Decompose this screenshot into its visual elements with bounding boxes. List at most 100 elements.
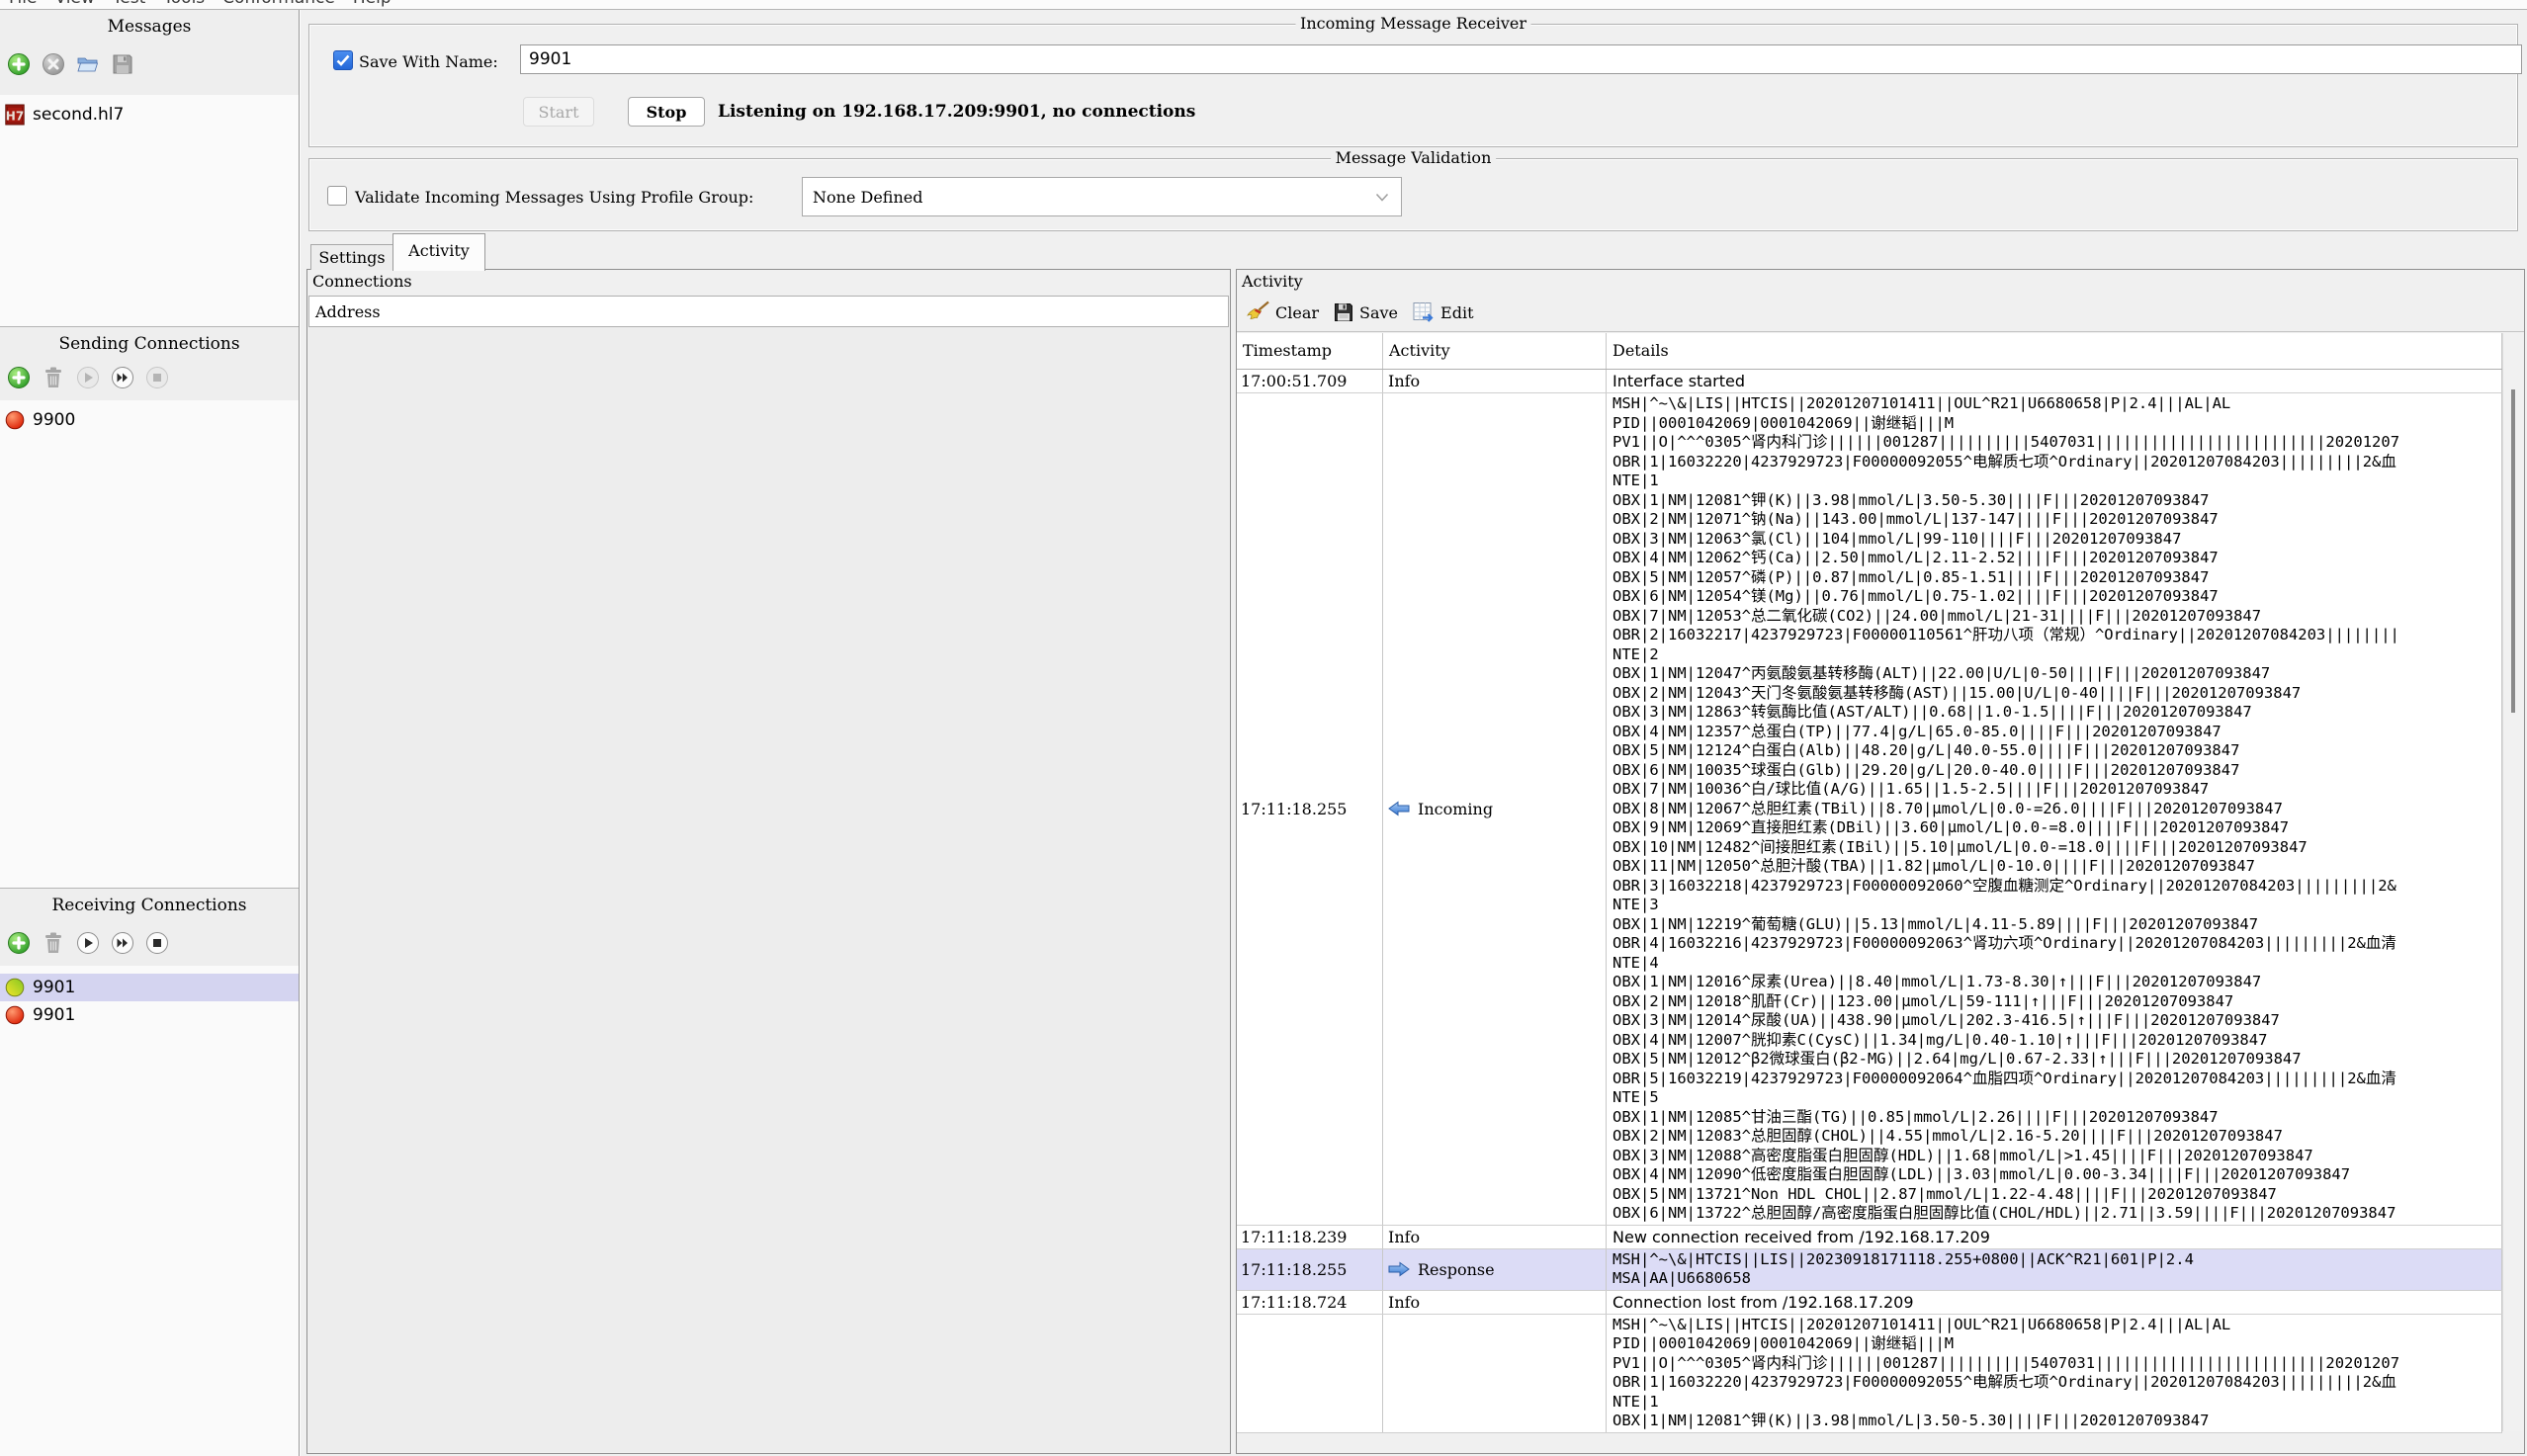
details-line: OBX|3|NM|12863^转氨酶比值(AST/ALT)||0.68||1.0…: [1612, 703, 2501, 723]
details-line: OBX|2|NM|12043^天门冬氨酸氨基转移酶(AST)||15.00|U/…: [1612, 684, 2501, 704]
details-line: OBX|1|NM|12085^甘油三酯(TG)||0.85|mmol/L|2.2…: [1612, 1108, 2501, 1128]
activity-cell: [1383, 1315, 1607, 1432]
open-message-button[interactable]: [75, 51, 101, 77]
details-line: OBX|5|NM|12012^β2微球蛋白(β2-MG)||2.64|mg/L|…: [1612, 1050, 2501, 1070]
details-line: PV1||O|^^^0305^肾内科门诊||||||001287||||||||…: [1612, 433, 2501, 453]
menu-tools[interactable]: Tools: [154, 0, 214, 8]
tab-activity[interactable]: Activity: [392, 233, 485, 271]
stop-receiving-button[interactable]: [144, 930, 170, 956]
col-timestamp[interactable]: Timestamp: [1237, 333, 1383, 369]
details-cell: MSH|^~\&|LIS||HTCIS||20201207101411||OUL…: [1607, 1315, 2502, 1432]
activity-cell: Info: [1383, 1291, 1607, 1314]
details-line: OBR|1|16032220|4237929723|F00000092055^电…: [1612, 1373, 2501, 1393]
details-line: PID||0001042069|0001042069||谢继韬|||M: [1612, 1334, 2501, 1354]
details-line: OBX|7|NM|10036^白/球比值(A/G)||1.65||1.5-2.5…: [1612, 780, 2501, 800]
timestamp-cell: 17:11:18.239: [1237, 1226, 1383, 1248]
hl7-file-icon: H7: [5, 104, 25, 126]
add-message-button[interactable]: [6, 51, 32, 77]
stop-button[interactable]: Stop: [628, 97, 705, 127]
response-arrow-icon: [1388, 1261, 1410, 1277]
edit-icon: [1412, 301, 1436, 323]
save-message-button[interactable]: [110, 51, 135, 77]
message-item-second-hl7[interactable]: H7 second.hl7: [0, 101, 299, 128]
details-line: OBR|4|16032216|4237929723|F00000092063^肾…: [1612, 934, 2501, 954]
details-line: OBX|6|NM|13722^总胆固醇/高密度脂蛋白胆固醇比值(CHOL/HDL…: [1612, 1204, 2501, 1224]
details-cell: Interface started: [1607, 370, 2502, 392]
scrollbar-thumb[interactable]: [2511, 389, 2515, 713]
status-ready-icon: [5, 978, 25, 997]
start-sending-button[interactable]: [75, 365, 101, 390]
col-activity[interactable]: Activity: [1383, 333, 1607, 369]
activity-cell: Info: [1383, 370, 1607, 392]
details-line: OBX|3|NM|12088^高密度脂蛋白胆固醇(HDL)||1.68|mmol…: [1612, 1147, 2501, 1166]
stop-sending-button[interactable]: [144, 365, 170, 390]
menu-conformance[interactable]: Conformance: [214, 0, 344, 8]
status-red-icon: [5, 410, 25, 430]
activity-row[interactable]: 17:11:18.255ResponseMSH|^~\&|HTCIS||LIS|…: [1237, 1249, 2502, 1291]
details-line: OBX|4|NM|12062^钙(Ca)||2.50|mmol/L|2.11-2…: [1612, 549, 2501, 568]
details-cell: Connection lost from /192.168.17.209: [1607, 1291, 2502, 1314]
sending-header: Sending Connections: [0, 327, 299, 400]
menu-test[interactable]: Test: [104, 0, 154, 8]
message-validation-group: Message Validation Validate Incoming Mes…: [308, 158, 2518, 231]
save-activity-button[interactable]: Save: [1333, 301, 1398, 323]
activity-row[interactable]: 17:11:18.239InfoNew connection received …: [1237, 1226, 2502, 1249]
details-line: OBX|10|NM|12482^间接胆红素(IBil)||5.10|μmol/L…: [1612, 838, 2501, 858]
fast-forward-icon: [111, 931, 134, 955]
status-red-icon: [5, 1005, 25, 1025]
menu-view[interactable]: View: [45, 0, 103, 8]
receiving-connections-section: Receiving Connections: [0, 888, 299, 1456]
details-line: OBX|1|NM|12016^尿素(Urea)||8.40|mmol/L|1.7…: [1612, 973, 2501, 992]
details-line: OBX|7|NM|12053^总二氧化碳(CO2)||24.00|mmol/L|…: [1612, 607, 2501, 627]
timestamp-cell: 17:11:18.255: [1237, 393, 1383, 1225]
start-all-sending-button[interactable]: [110, 365, 135, 390]
profile-group-select[interactable]: None Defined: [802, 177, 1402, 216]
save-name-input[interactable]: [520, 44, 2522, 74]
details-line: NTE|3: [1612, 896, 2501, 915]
activity-scrollbar[interactable]: [2502, 333, 2523, 1431]
sending-title: Sending Connections: [0, 327, 299, 354]
remove-message-button[interactable]: [41, 51, 66, 77]
add-sending-button[interactable]: [6, 365, 32, 390]
activity-row[interactable]: MSH|^~\&|LIS||HTCIS||20201207101411||OUL…: [1237, 1315, 2502, 1433]
col-details[interactable]: Details: [1607, 333, 2502, 369]
receiving-item-label: 9901: [33, 1005, 75, 1025]
activity-row[interactable]: 17:11:18.724InfoConnection lost from /19…: [1237, 1291, 2502, 1315]
sending-item-9900[interactable]: 9900: [0, 406, 299, 434]
messages-section: Messages H7 second.hl7: [0, 10, 299, 326]
save-label: Save: [1359, 303, 1398, 322]
save-with-name-label: Save With Name:: [359, 52, 498, 71]
open-folder-icon: [76, 52, 100, 76]
receiving-item-9901-listening[interactable]: 9901: [0, 974, 299, 1001]
activity-row[interactable]: 17:00:51.709InfoInterface started: [1237, 370, 2502, 393]
details-line: OBX|2|NM|12018^肌酐(Cr)||123.00|μmol/L|59-…: [1612, 992, 2501, 1012]
save-with-name-checkbox[interactable]: [333, 50, 353, 70]
receiving-header: Receiving Connections: [0, 889, 299, 966]
activity-row[interactable]: 17:11:18.255IncomingMSH|^~\&|LIS||HTCIS|…: [1237, 393, 2502, 1226]
edit-button[interactable]: Edit: [1412, 301, 1473, 323]
delete-sending-button[interactable]: [41, 365, 66, 390]
activity-label: Info: [1388, 1228, 1420, 1246]
message-item-label: second.hl7: [33, 105, 124, 125]
activity-panel-title: Activity: [1242, 272, 1303, 291]
save-disk-icon: [112, 53, 133, 75]
start-all-receiving-button[interactable]: [110, 930, 135, 956]
delete-receiving-button[interactable]: [41, 930, 66, 956]
receiving-item-9901-stopped[interactable]: 9901: [0, 1001, 299, 1029]
menu-items: File View Test Tools Conformance Help: [0, 0, 2527, 8]
trash-icon: [43, 931, 64, 955]
connections-address-header[interactable]: Address: [308, 296, 1229, 327]
start-receiving-button[interactable]: [75, 930, 101, 956]
details-line: MSH|^~\&|LIS||HTCIS||20201207101411||OUL…: [1612, 394, 2501, 414]
details-line: OBR|2|16032217|4237929723|F00000110561^肝…: [1612, 626, 2501, 645]
validate-incoming-checkbox[interactable]: [327, 186, 347, 206]
menu-help[interactable]: Help: [344, 0, 400, 8]
clear-button[interactable]: Clear: [1245, 300, 1319, 324]
sending-list: 9900: [0, 400, 299, 889]
details-line: MSH|^~\&|HTCIS||LIS||20230918171118.255+…: [1612, 1250, 2501, 1270]
menu-file[interactable]: File: [0, 0, 45, 8]
tab-settings[interactable]: Settings: [310, 244, 393, 270]
details-line: NTE|4: [1612, 954, 2501, 974]
add-receiving-button[interactable]: [6, 930, 32, 956]
start-button[interactable]: Start: [523, 97, 594, 127]
